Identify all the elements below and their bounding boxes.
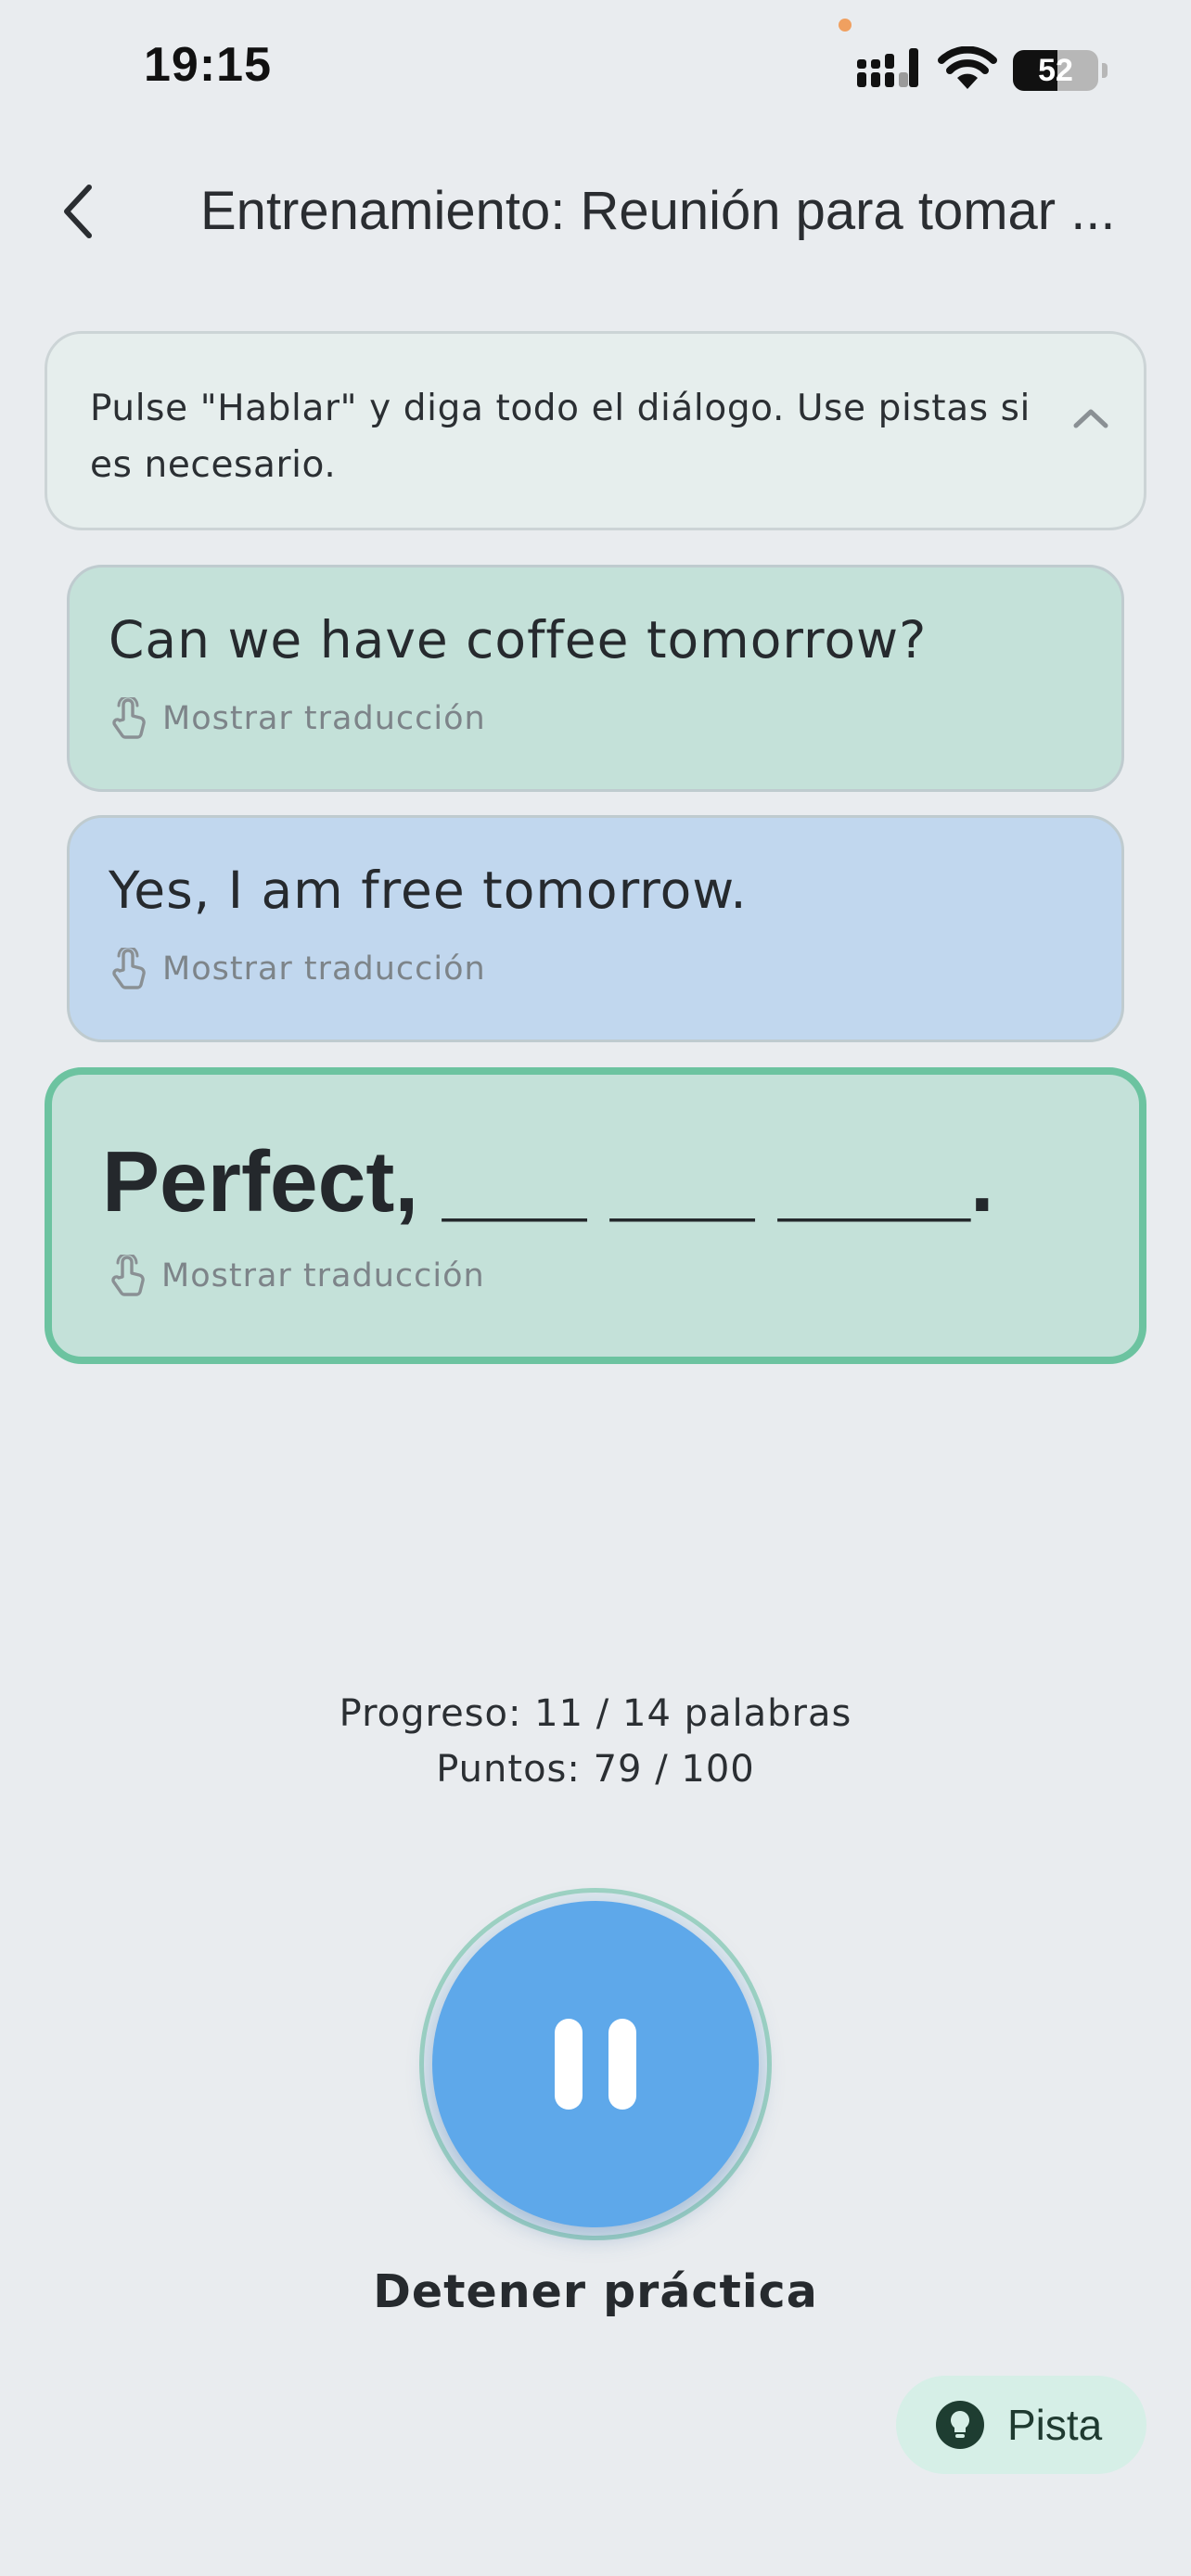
active-line-text: Perfect, ___ ___ ____. — [102, 1133, 994, 1230]
dialogue-text: Can we have coffee tomorrow? — [109, 610, 928, 670]
battery-icon: 52 — [1013, 50, 1098, 91]
chevron-left-icon — [64, 185, 92, 238]
status-bar: 19:15 52 — [0, 0, 1191, 139]
tap-hand-icon — [112, 697, 146, 739]
screen: 19:15 52 Entrenamiento: Reunión para tom… — [0, 0, 1191, 2576]
pause-icon — [555, 2019, 636, 2110]
dialogue-card-partner[interactable]: Can we have coffee tomorrow? Mostrar tra… — [67, 565, 1124, 792]
wifi-icon — [938, 46, 997, 89]
page-title: Entrenamiento: Reunión para tomar ... — [200, 181, 1116, 241]
progress-block: Progreso: 11 / 14 palabras Puntos: 79 / … — [0, 1686, 1191, 1797]
collapse-button[interactable] — [1058, 386, 1123, 451]
stop-practice-label[interactable]: Detener práctica — [0, 2265, 1191, 2318]
tap-hand-icon — [112, 948, 146, 989]
show-translation-label: Mostrar traducción — [162, 950, 486, 988]
tap-hand-icon — [111, 1255, 145, 1296]
progress-words: Progreso: 11 / 14 palabras — [339, 1692, 852, 1735]
hint-label: Pista — [1007, 2401, 1103, 2449]
pause-button[interactable] — [432, 1901, 759, 2227]
battery-tip — [1102, 63, 1108, 78]
show-translation-button[interactable]: Mostrar traducción — [110, 944, 486, 994]
back-button[interactable] — [41, 174, 115, 249]
progress-points: Puntos: 79 / 100 — [436, 1748, 755, 1791]
instruction-text: Pulse "Hablar" y diga todo el diálogo. U… — [90, 388, 1031, 486]
privacy-indicator-dot — [839, 19, 852, 32]
status-time: 19:15 — [144, 38, 272, 92]
dialogue-card-user[interactable]: Yes, I am free tomorrow. Mostrar traducc… — [67, 815, 1124, 1042]
header: Entrenamiento: Reunión para tomar ... — [0, 158, 1191, 269]
show-translation-label: Mostrar traducción — [161, 1257, 485, 1294]
dialogue-text: Yes, I am free tomorrow. — [109, 861, 748, 920]
show-translation-button[interactable]: Mostrar traducción — [109, 1251, 485, 1301]
active-dialogue-card[interactable]: Perfect, ___ ___ ____. Mostrar traducció… — [45, 1067, 1146, 1364]
lightbulb-icon — [936, 2401, 984, 2449]
chevron-up-icon — [1073, 409, 1108, 428]
instruction-card[interactable]: Pulse "Hablar" y diga todo el diálogo. U… — [45, 331, 1146, 530]
show-translation-button[interactable]: Mostrar traducción — [110, 694, 486, 744]
hint-button[interactable]: Pista — [896, 2376, 1146, 2474]
battery-percentage: 52 — [1038, 52, 1073, 88]
show-translation-label: Mostrar traducción — [162, 700, 486, 737]
cellular-signal-icon — [857, 48, 918, 87]
